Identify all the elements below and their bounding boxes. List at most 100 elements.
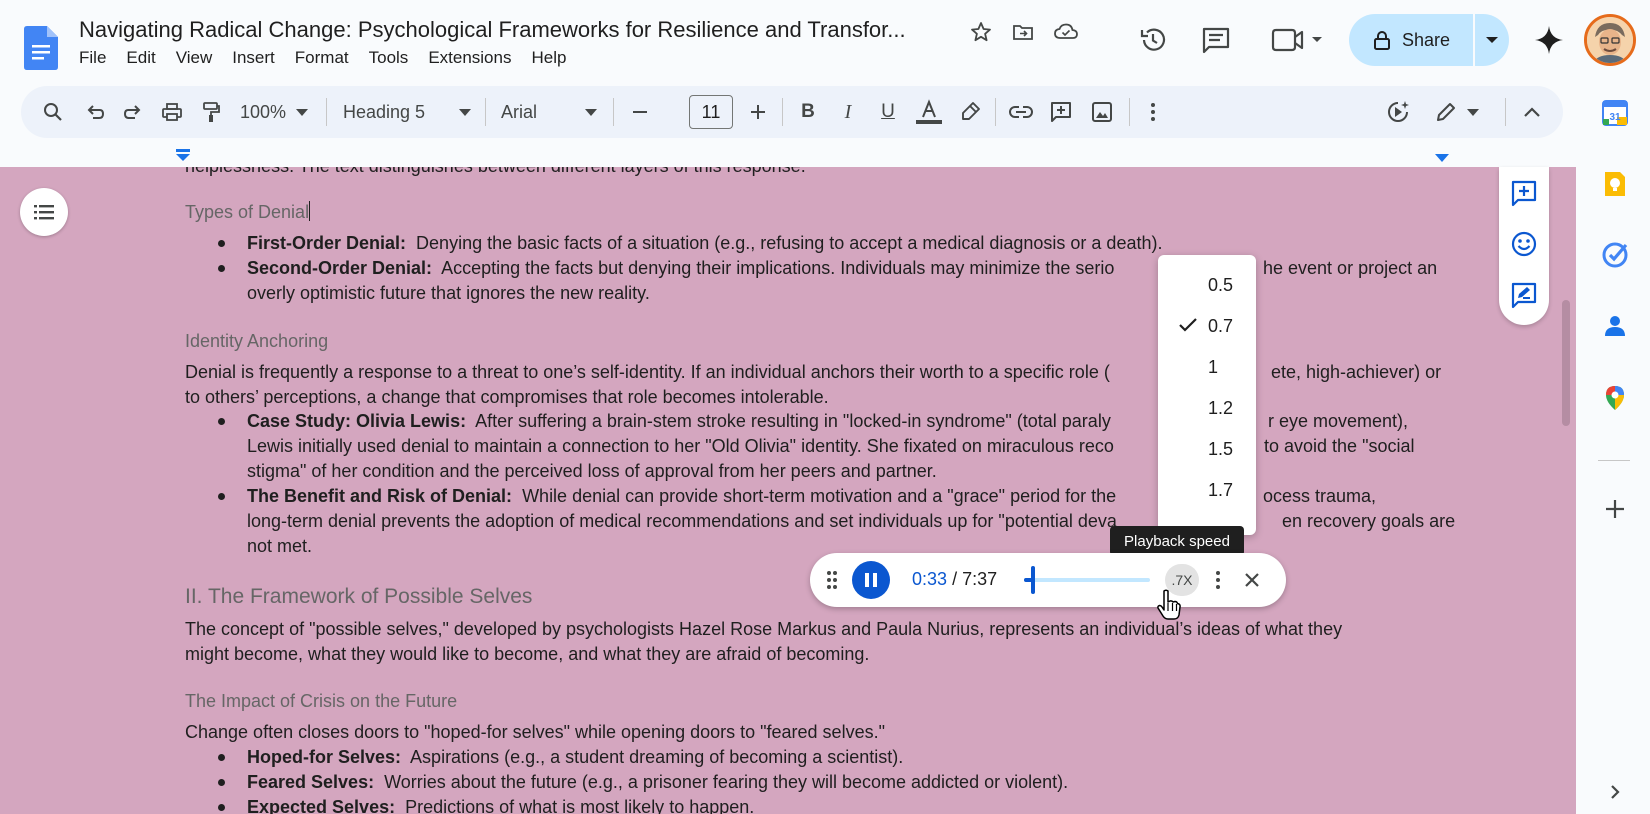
share-label: Share bbox=[1401, 29, 1451, 50]
speed-option-selected[interactable]: 0.7 bbox=[1158, 306, 1256, 347]
progress-slider[interactable] bbox=[1024, 566, 1150, 594]
keep-icon[interactable] bbox=[1601, 170, 1629, 198]
svg-text:31: 31 bbox=[1609, 112, 1621, 123]
italic-icon[interactable]: I bbox=[834, 86, 862, 138]
document-outline-button[interactable] bbox=[20, 188, 68, 236]
close-player-icon[interactable] bbox=[1244, 572, 1260, 588]
decrease-font-size-icon[interactable] bbox=[627, 86, 653, 138]
bullet bbox=[218, 779, 225, 786]
current-time: 0:33 bbox=[912, 569, 948, 589]
more-options-icon[interactable] bbox=[1141, 86, 1165, 138]
toolbar-divider bbox=[326, 98, 327, 126]
paragraph-style-value: Heading 5 bbox=[343, 101, 426, 122]
toolbar-divider bbox=[485, 98, 486, 126]
heading-possible-selves: II. The Framework of Possible Selves bbox=[185, 585, 533, 608]
list-item-continued: stigma" of her condition and the perceiv… bbox=[247, 461, 937, 481]
editing-mode-select[interactable] bbox=[1429, 86, 1485, 138]
bullet bbox=[218, 754, 225, 761]
maps-icon[interactable] bbox=[1601, 384, 1629, 412]
menu-edit[interactable]: Edit bbox=[126, 48, 165, 68]
playback-speed-tooltip: Playback speed bbox=[1110, 526, 1244, 556]
speed-option[interactable]: 1 bbox=[1158, 347, 1256, 388]
indent-marker-icon[interactable] bbox=[176, 149, 190, 161]
star-icon[interactable] bbox=[969, 20, 993, 44]
playback-time: 0:33 / 7:37 bbox=[912, 569, 997, 590]
document-title[interactable]: Navigating Radical Change: Psychological… bbox=[79, 17, 906, 43]
contacts-icon[interactable] bbox=[1601, 312, 1629, 340]
underline-icon[interactable]: U bbox=[874, 86, 902, 138]
font-family-select[interactable]: Arial bbox=[497, 86, 601, 138]
drag-handle-icon[interactable] bbox=[826, 570, 838, 590]
add-comment-icon[interactable] bbox=[1046, 86, 1076, 138]
font-family-value: Arial bbox=[501, 101, 538, 122]
bullet bbox=[218, 493, 225, 500]
speed-option[interactable]: 0.5 bbox=[1158, 265, 1256, 306]
suggest-edits-icon[interactable] bbox=[1510, 281, 1538, 309]
heading-impact-of-crisis: The Impact of Crisis on the Future bbox=[185, 691, 458, 711]
caret-down-icon bbox=[1486, 37, 1498, 43]
undo-icon[interactable] bbox=[81, 86, 109, 138]
cloud-saved-icon[interactable] bbox=[1053, 20, 1078, 44]
player-more-icon[interactable] bbox=[1215, 570, 1221, 590]
share-button[interactable]: Share bbox=[1349, 14, 1473, 66]
insert-link-icon[interactable] bbox=[1006, 86, 1036, 138]
speed-option[interactable]: 1.2 bbox=[1158, 388, 1256, 429]
pause-button[interactable] bbox=[852, 561, 890, 599]
list-item-tail: he event or project an bbox=[1263, 258, 1438, 278]
bold-icon[interactable]: B bbox=[794, 86, 822, 138]
paint-format-icon[interactable] bbox=[197, 86, 225, 138]
menu-extensions[interactable]: Extensions bbox=[428, 48, 521, 68]
show-side-panel-icon[interactable] bbox=[1601, 778, 1629, 806]
right-indent-marker-icon[interactable] bbox=[1435, 154, 1449, 162]
add-comment-float-icon[interactable] bbox=[1510, 179, 1538, 207]
progress-thumb[interactable] bbox=[1031, 566, 1035, 594]
search-menus-icon[interactable] bbox=[39, 86, 67, 138]
caret-down-icon bbox=[296, 108, 309, 116]
share-dropdown-button[interactable] bbox=[1475, 14, 1509, 66]
tasks-icon[interactable] bbox=[1601, 241, 1629, 269]
speed-option[interactable]: 1.5 bbox=[1158, 429, 1256, 470]
menu-insert[interactable]: Insert bbox=[232, 48, 285, 68]
text-color-icon[interactable] bbox=[914, 86, 944, 138]
speed-option[interactable]: 1.7 bbox=[1158, 470, 1256, 511]
print-icon[interactable] bbox=[158, 86, 186, 138]
paragraph-style-select[interactable]: Heading 5 bbox=[339, 86, 475, 138]
highlight-color-icon[interactable] bbox=[956, 86, 984, 138]
comments-icon[interactable] bbox=[1200, 24, 1232, 56]
meet-call-icon[interactable] bbox=[1270, 24, 1326, 56]
account-avatar[interactable] bbox=[1584, 14, 1636, 66]
floating-actions bbox=[1499, 167, 1549, 325]
increase-font-size-icon[interactable] bbox=[745, 86, 771, 138]
zoom-select[interactable]: 100% bbox=[235, 86, 313, 138]
check-icon bbox=[1179, 318, 1197, 332]
share-button-group: Share bbox=[1349, 14, 1509, 66]
redo-icon[interactable] bbox=[119, 86, 147, 138]
menu-help[interactable]: Help bbox=[531, 48, 576, 68]
font-size-input[interactable]: 11 bbox=[689, 95, 733, 129]
list-item-continued: long-term denial prevents the adoption o… bbox=[247, 511, 1117, 531]
insert-image-icon[interactable] bbox=[1087, 86, 1117, 138]
menu-file[interactable]: File bbox=[79, 48, 116, 68]
playback-speed-menu: 0.5 0.7 1 1.2 1.5 1.7 bbox=[1158, 255, 1256, 535]
pencil-icon bbox=[1437, 103, 1455, 121]
menu-format[interactable]: Format bbox=[295, 48, 359, 68]
outline-list-icon bbox=[34, 205, 54, 220]
document-canvas[interactable]: helplessness. The text distinguishes bet… bbox=[0, 167, 1576, 814]
audio-player: 0:33 / 7:37 .7X bbox=[810, 553, 1286, 607]
menu-view[interactable]: View bbox=[176, 48, 223, 68]
get-addons-icon[interactable] bbox=[1601, 495, 1629, 523]
move-folder-icon[interactable] bbox=[1011, 20, 1035, 44]
list-item: First-Order Denial: Denying the basic fa… bbox=[247, 233, 1163, 253]
menu-tools[interactable]: Tools bbox=[369, 48, 419, 68]
vertical-scrollbar[interactable] bbox=[1562, 300, 1570, 426]
calendar-icon[interactable]: 31 bbox=[1601, 99, 1629, 127]
list-item-continued: not met. bbox=[247, 536, 313, 556]
emoji-reaction-icon[interactable] bbox=[1510, 230, 1538, 258]
gemini-icon[interactable] bbox=[1533, 24, 1565, 56]
docs-logo-icon[interactable] bbox=[24, 26, 58, 70]
hide-menus-icon[interactable] bbox=[1517, 86, 1547, 138]
version-history-icon[interactable] bbox=[1137, 24, 1169, 56]
listen-mode-icon[interactable] bbox=[1383, 86, 1413, 138]
hand-pointer-cursor-icon bbox=[1157, 589, 1181, 621]
menubar: File Edit View Insert Format Tools Exten… bbox=[79, 48, 586, 68]
